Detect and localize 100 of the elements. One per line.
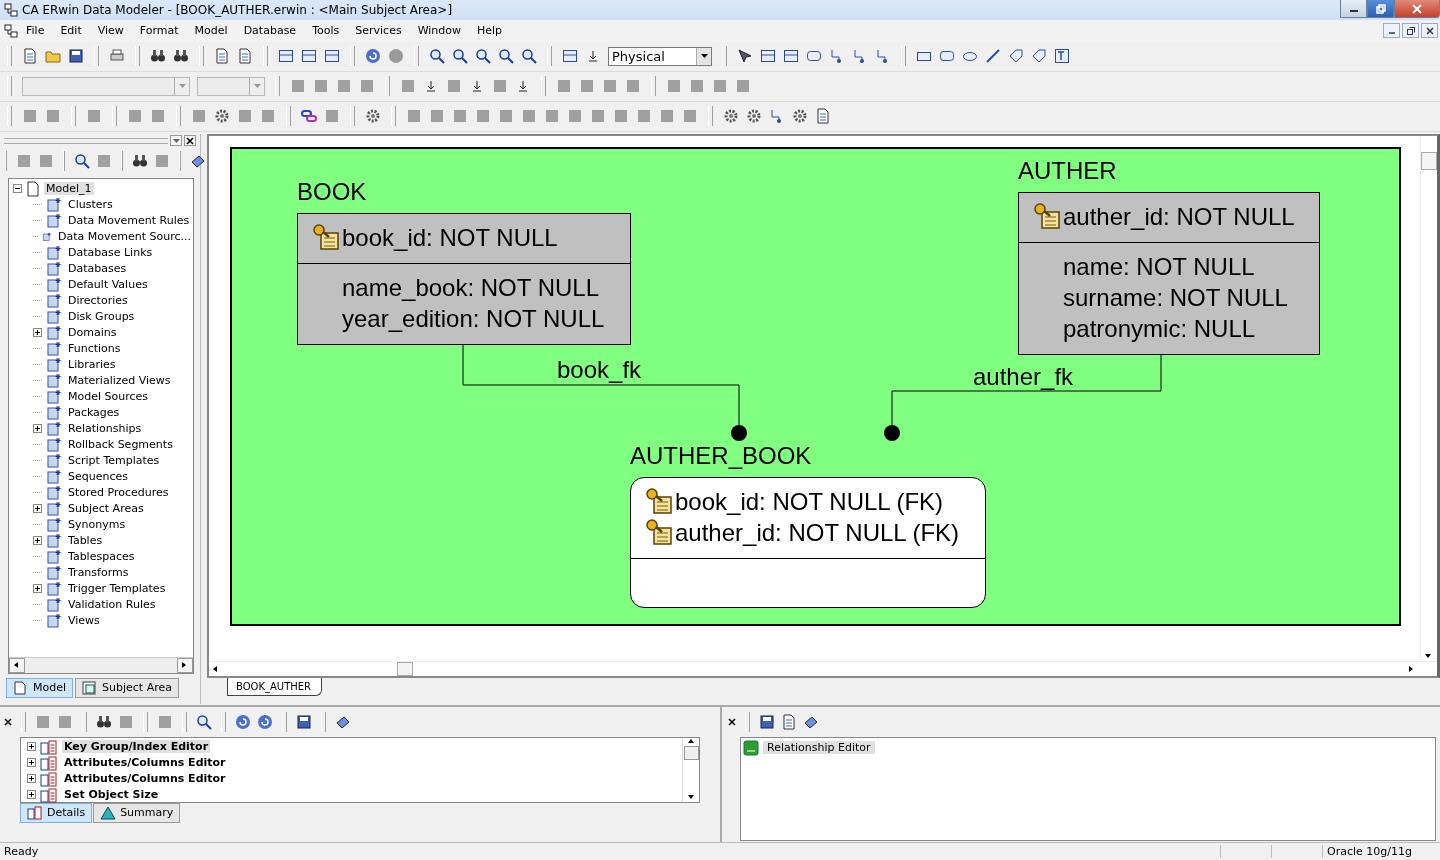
expand-toggle[interactable] <box>27 742 36 751</box>
scroll-arrow-icon[interactable] <box>212 664 220 673</box>
undo-icon[interactable] <box>235 713 251 730</box>
document-menu-icon[interactable] <box>4 23 18 38</box>
tree-item[interactable]: Libraries <box>66 358 118 372</box>
tree-item[interactable]: Database Links <box>66 246 155 260</box>
document-icon[interactable] <box>815 108 831 125</box>
close-icon[interactable] <box>4 717 12 726</box>
magnifier-icon[interactable] <box>74 152 90 169</box>
tree-item[interactable]: Clusters <box>66 198 115 212</box>
editor-item[interactable]: Set Object Size <box>62 788 161 801</box>
tree-item[interactable]: Tables <box>66 534 105 548</box>
document-icon[interactable] <box>214 48 230 65</box>
tree-item[interactable]: Tablespaces <box>66 550 137 564</box>
menu-item[interactable]: Database <box>235 24 305 38</box>
tree-item[interactable]: Disk Groups <box>66 310 137 324</box>
tag-icon[interactable] <box>1031 48 1047 65</box>
expand-toggle[interactable] <box>33 504 42 514</box>
editor-item[interactable]: Attributes/Columns Editor <box>62 772 228 785</box>
tree-item[interactable]: Trigger Templates <box>66 582 168 596</box>
menu-item[interactable]: Services <box>347 24 410 38</box>
close-icon[interactable] <box>728 717 736 726</box>
expand-toggle[interactable] <box>33 536 42 546</box>
editor-item[interactable]: Attributes/Columns Editor <box>62 756 228 769</box>
expand-toggle[interactable] <box>33 584 42 594</box>
document-icon[interactable] <box>22 48 38 65</box>
panel-tab[interactable]: Summary <box>93 802 181 823</box>
gear-icon[interactable] <box>792 108 808 125</box>
text-tool-icon[interactable] <box>1054 48 1070 65</box>
tree-item[interactable]: Default Values <box>66 278 150 292</box>
tree-item[interactable]: Script Templates <box>66 454 162 468</box>
scroll-thumb[interactable] <box>683 745 699 760</box>
tree-item[interactable]: Databases <box>66 262 129 276</box>
gear-icon[interactable] <box>723 108 739 125</box>
undo-icon[interactable] <box>365 48 381 65</box>
entity-icon[interactable] <box>760 48 776 65</box>
tree-item[interactable]: Directories <box>66 294 130 308</box>
line-icon[interactable] <box>985 48 1001 65</box>
entity-box[interactable]: book_id: NOT NULL name_book: NOT NULL year_edition: NOT NULL <box>297 212 631 345</box>
expand-toggle[interactable] <box>27 790 36 799</box>
magnifier-icon[interactable] <box>196 713 212 730</box>
gear-icon[interactable] <box>365 108 381 125</box>
menu-item[interactable]: Edit <box>52 24 90 38</box>
magnifier-icon[interactable] <box>475 48 491 65</box>
menu-item[interactable]: Tools <box>304 24 348 38</box>
magnifier-icon[interactable] <box>429 48 445 65</box>
minimize-button[interactable] <box>1340 0 1367 18</box>
expand-toggle[interactable] <box>27 774 36 783</box>
panel-tab[interactable]: Model <box>6 677 74 698</box>
menu-item[interactable]: View <box>89 24 132 38</box>
magnifier-icon[interactable] <box>521 48 537 65</box>
entity-box[interactable]: auther_id: NOT NULL name: NOT NULL surname: NOT NULL patronymic: NULL <box>1018 191 1320 355</box>
gear-icon[interactable] <box>214 108 230 125</box>
entity-icon[interactable] <box>278 48 294 65</box>
tree-item[interactable]: Validation Rules <box>66 598 158 612</box>
expand-toggle[interactable] <box>33 424 42 434</box>
dropdown-button[interactable] <box>170 135 182 147</box>
tree-item[interactable]: Rollback Segments <box>66 438 175 452</box>
menu-item[interactable]: Window <box>409 24 469 38</box>
panel-tab[interactable]: Details <box>20 802 93 823</box>
scroll-arrow-icon[interactable] <box>13 661 21 670</box>
tree-item[interactable]: Functions <box>66 342 123 356</box>
entity-icon[interactable] <box>301 48 317 65</box>
entity-box[interactable]: book_id: NOT NULL (FK) auther_id: NOT NULL (FK) <box>630 476 986 608</box>
tree-item[interactable]: Domains <box>66 326 119 340</box>
scroll-arrow-icon[interactable] <box>687 737 695 746</box>
tree-item[interactable]: Model_1 <box>44 182 94 196</box>
tree-item[interactable]: Transforms <box>66 566 131 580</box>
tree-item[interactable]: Data Movement Rules <box>66 214 192 228</box>
horizontal-scrollbar[interactable] <box>9 656 193 673</box>
vertical-scrollbar[interactable] <box>682 737 699 802</box>
collapse-toggle[interactable] <box>13 184 22 194</box>
menu-item[interactable]: Help <box>469 24 511 38</box>
view-mode-dropdown[interactable]: Physical <box>608 46 712 66</box>
menu-item[interactable]: Model <box>186 24 236 38</box>
pointer-icon[interactable] <box>737 48 753 65</box>
close-button[interactable] <box>1421 23 1438 39</box>
editor-item[interactable]: Key Group/Index Editor <box>62 740 211 753</box>
tree-item[interactable]: Views <box>66 614 102 628</box>
tag-icon[interactable] <box>1008 48 1024 65</box>
entity-icon[interactable] <box>324 48 340 65</box>
tree-item[interactable]: Materialized Views <box>66 374 173 388</box>
tree-item[interactable]: Packages <box>66 406 122 420</box>
gear-icon[interactable] <box>746 108 762 125</box>
close-button[interactable] <box>184 135 196 147</box>
entity-icon[interactable] <box>562 48 578 65</box>
entity-icon[interactable] <box>783 48 799 65</box>
scroll-thumb[interactable] <box>1421 151 1437 170</box>
scroll-thumb[interactable] <box>397 661 413 676</box>
restore-button[interactable] <box>1367 0 1394 18</box>
tree-item[interactable]: Model Sources <box>66 390 151 404</box>
minimize-button[interactable] <box>1383 23 1400 39</box>
expand-toggle[interactable] <box>27 758 36 767</box>
panel-tab[interactable]: Subject Area <box>75 677 179 698</box>
binoculars-icon[interactable] <box>96 713 112 730</box>
document-icon[interactable] <box>237 48 253 65</box>
chain-icon[interactable] <box>301 108 317 125</box>
tree-item[interactable]: Sequences <box>66 470 130 484</box>
tree-item[interactable]: Relationships <box>66 422 144 436</box>
magnifier-icon[interactable] <box>452 48 468 65</box>
